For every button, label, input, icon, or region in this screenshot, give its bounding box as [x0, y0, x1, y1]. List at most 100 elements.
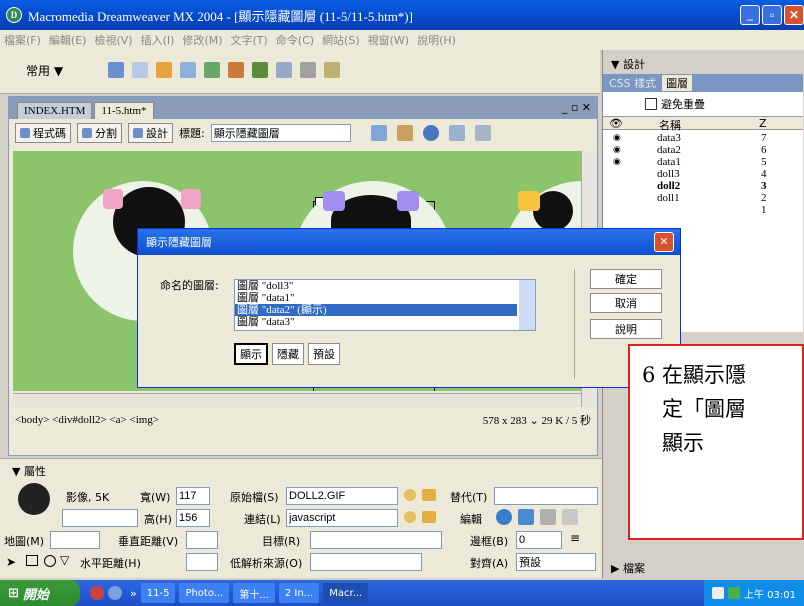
cancel-button[interactable]: 取消 — [590, 293, 662, 313]
hyperlink-icon[interactable] — [108, 62, 124, 78]
hspace-input[interactable] — [186, 553, 218, 571]
link-input[interactable] — [286, 509, 398, 527]
template-icon[interactable] — [300, 62, 316, 78]
polygon-hotspot-icon[interactable]: ▽ — [60, 553, 69, 567]
property-header[interactable]: ▼ 屬性 — [12, 463, 46, 479]
image-icon[interactable] — [228, 62, 244, 78]
split-view-button[interactable]: 分割 — [77, 123, 122, 143]
table-icon[interactable] — [180, 62, 196, 78]
quicklaunch-icon[interactable] — [90, 586, 104, 600]
height-input[interactable] — [176, 509, 210, 527]
help-button[interactable]: 說明 — [590, 319, 662, 339]
canvas-horizontal-scrollbar[interactable] — [13, 393, 581, 407]
crop-icon[interactable] — [540, 509, 556, 525]
quicklaunch-icon[interactable] — [108, 586, 122, 600]
align-select[interactable] — [516, 553, 596, 571]
target-select[interactable] — [310, 531, 442, 549]
close-button[interactable]: ✕ — [784, 5, 804, 25]
quicklaunch-more-icon[interactable]: » — [130, 587, 137, 600]
start-button[interactable]: ⊞ 開始 — [0, 580, 80, 606]
align-left-icon[interactable]: ≡ — [570, 531, 580, 545]
eye-column-icon[interactable]: 👁 — [609, 117, 623, 130]
insert-category-dropdown[interactable]: 常用 ▼ — [26, 62, 63, 79]
task-button[interactable]: 2 In... — [278, 583, 320, 603]
resample-icon[interactable] — [562, 509, 578, 525]
tab-11-5-htm[interactable]: 11-5.htm* — [94, 102, 154, 119]
image-name-input[interactable] — [62, 509, 138, 527]
layer-row-data1[interactable]: ◉ data1 5 — [603, 156, 803, 168]
layer-row-doll1[interactable]: doll1 2 — [603, 192, 803, 204]
minimize-button[interactable]: _ — [740, 5, 760, 25]
files-panel-header[interactable]: ▶ 檔案 — [611, 560, 645, 576]
tray-icon[interactable] — [712, 587, 724, 599]
layer-row-doll3[interactable]: doll3 4 — [603, 168, 803, 180]
menu-help[interactable]: 說明(H) — [417, 32, 456, 48]
layers-listbox[interactable]: 圖層 "doll3" 圖層 "data1" 圖層 "data2" (顯示) 圖層… — [234, 279, 536, 331]
list-item-selected[interactable]: 圖層 "data2" (顯示) — [235, 304, 517, 316]
browser-check-icon[interactable] — [396, 125, 413, 141]
task-button-active[interactable]: Macr... — [323, 583, 369, 603]
layer-row-data2[interactable]: ◉ data2 6 — [603, 144, 803, 156]
alt-input[interactable] — [494, 487, 598, 505]
pointer-hotspot-icon[interactable]: ➤ — [6, 555, 16, 569]
list-item[interactable]: 圖層 "data3" — [235, 316, 535, 328]
show-button[interactable]: 顯示 — [234, 343, 268, 365]
doc-window-controls[interactable]: _ ▫ ✕ — [562, 101, 591, 114]
task-button[interactable]: 第十... — [233, 583, 275, 603]
menu-modify[interactable]: 修改(M) — [182, 32, 222, 48]
list-item[interactable]: 圖層 "data1" — [235, 292, 535, 304]
preview-icon[interactable] — [422, 125, 439, 141]
default-button[interactable]: 預設 — [308, 343, 340, 365]
menu-window[interactable]: 視窗(W) — [368, 32, 409, 48]
media-icon[interactable] — [252, 62, 268, 78]
optimize-image-icon[interactable] — [518, 509, 534, 525]
point-to-file-icon[interactable] — [404, 489, 416, 501]
link-point-to-file-icon[interactable] — [404, 511, 416, 523]
window-size-info[interactable]: 578 x 283 ⌄ 29 K / 5 秒 — [483, 412, 591, 428]
menu-edit[interactable]: 編輯(E) — [49, 32, 87, 48]
menu-view[interactable]: 檢視(V) — [94, 32, 132, 48]
design-panel-header[interactable]: ▼ 設計 — [611, 56, 645, 72]
layer-row[interactable]: 1 — [603, 204, 803, 216]
window-title-bar[interactable]: D Macromedia Dreamweaver MX 2004 - [顯示隱藏… — [0, 0, 804, 30]
task-button[interactable]: Photo... — [179, 583, 230, 603]
src-input[interactable] — [286, 487, 398, 505]
tab-css-styles[interactable]: CSS 樣式 — [609, 75, 656, 91]
hide-button[interactable]: 隱藏 — [272, 343, 304, 365]
border-input[interactable] — [516, 531, 562, 549]
layer-z-column[interactable]: Z — [759, 117, 767, 130]
layer-icon[interactable] — [204, 62, 220, 78]
tab-layers[interactable]: 圖層 — [662, 75, 693, 91]
task-button[interactable]: 11-5 — [140, 583, 176, 603]
lowsrc-input[interactable] — [310, 553, 422, 571]
refresh-icon[interactable] — [448, 125, 465, 141]
code-view-button[interactable]: 程式碼 — [15, 123, 71, 143]
edit-image-icon[interactable] — [496, 509, 512, 525]
maximize-button[interactable]: ▫ — [762, 5, 782, 25]
menu-insert[interactable]: 插入(I) — [141, 32, 175, 48]
prevent-overlap-checkbox[interactable] — [645, 98, 657, 110]
design-view-button[interactable]: 設計 — [128, 123, 173, 143]
eye-icon[interactable]: ◉ — [613, 132, 621, 143]
list-item[interactable]: 圖層 "doll3" — [235, 280, 535, 292]
browse-folder-icon[interactable] — [422, 489, 436, 501]
tab-index-htm[interactable]: INDEX.HTM — [17, 102, 93, 119]
menu-commands[interactable]: 命令(C) — [276, 32, 314, 48]
link-browse-folder-icon[interactable] — [422, 511, 436, 523]
menu-text[interactable]: 文字(T) — [230, 32, 267, 48]
layer-row-doll2[interactable]: doll2 3 — [603, 180, 803, 192]
tray-icon[interactable] — [728, 587, 740, 599]
layer-row-data3[interactable]: ◉ data3 7 — [603, 132, 803, 144]
eye-icon[interactable]: ◉ — [613, 156, 621, 167]
rect-hotspot-icon[interactable] — [26, 555, 38, 566]
width-input[interactable] — [176, 487, 210, 505]
email-link-icon[interactable] — [132, 62, 148, 78]
menu-file[interactable]: 檔案(F) — [4, 32, 41, 48]
page-title-input[interactable] — [210, 124, 351, 142]
named-anchor-icon[interactable] — [156, 62, 172, 78]
file-management-icon[interactable] — [370, 125, 387, 141]
oval-hotspot-icon[interactable] — [44, 555, 56, 567]
listbox-scrollbar[interactable] — [519, 280, 535, 330]
layer-name-column[interactable]: 名稱 — [659, 117, 681, 133]
eye-icon[interactable]: ◉ — [613, 144, 621, 155]
